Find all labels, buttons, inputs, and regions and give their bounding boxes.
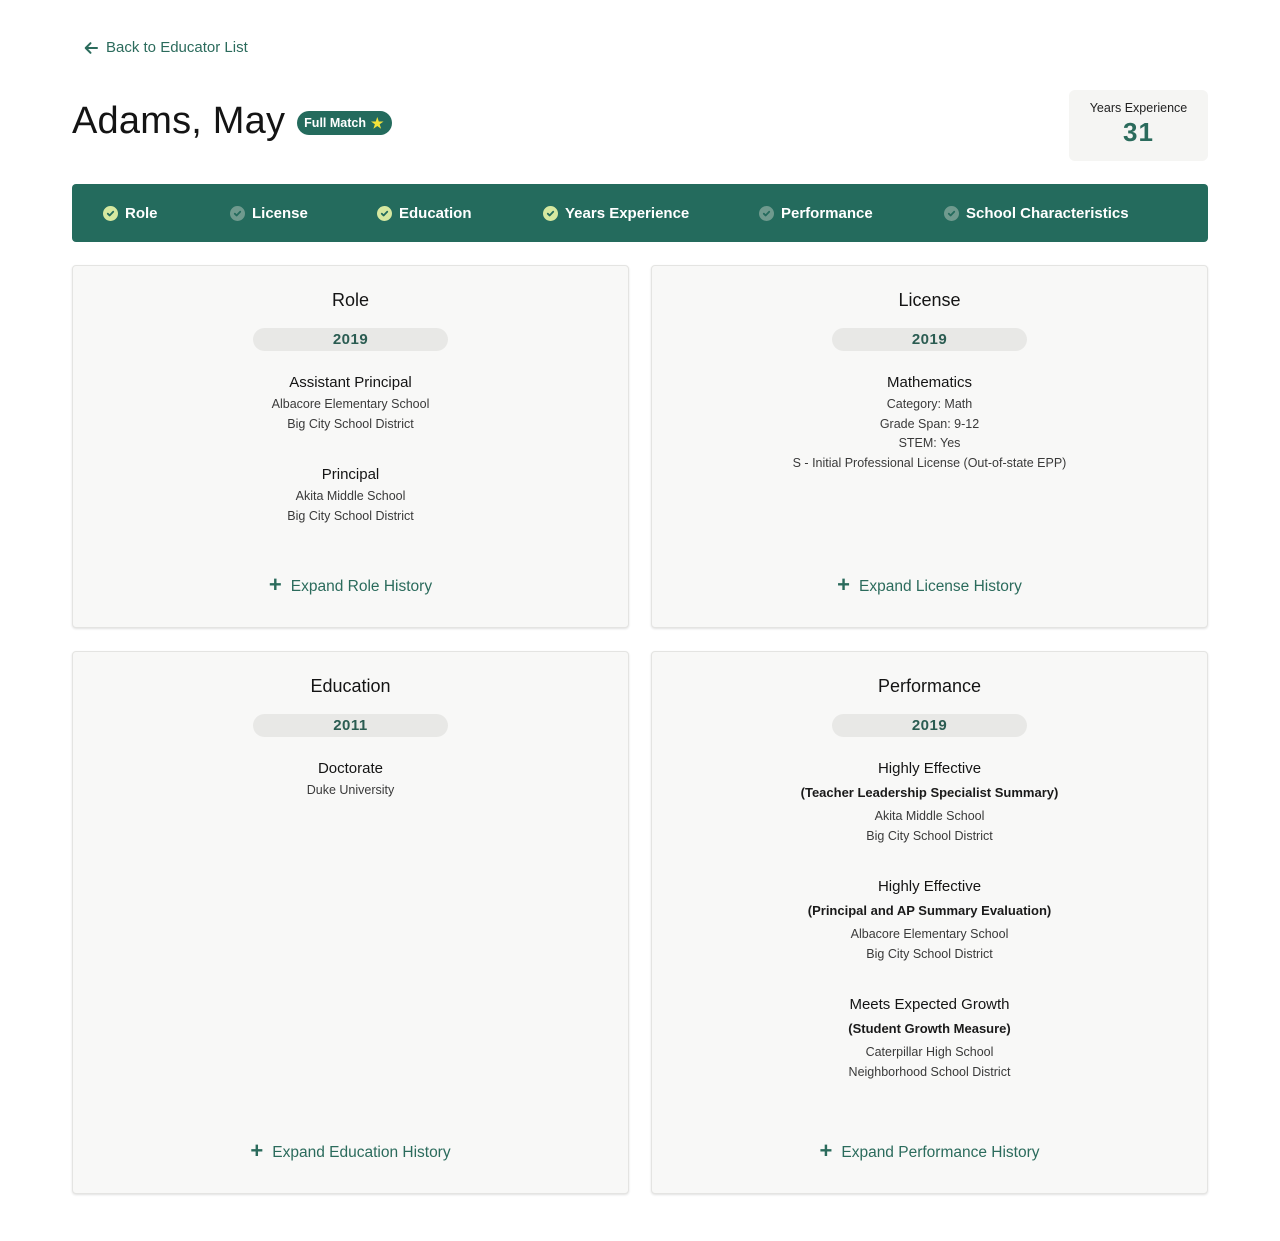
year-pill: 2019 [832, 328, 1027, 351]
entry-subtitle: (Teacher Leadership Specialist Summary) [800, 785, 1059, 800]
years-experience-box: Years Experience 31 [1069, 90, 1208, 161]
card-title: License [898, 290, 961, 310]
entry-detail: Neighborhood School District [848, 1064, 1011, 1079]
card-title: Role [331, 290, 370, 310]
role-entry: Principal Akita Middle School Big City S… [73, 465, 628, 526]
plus-icon: + [819, 1138, 833, 1163]
entry-detail: Caterpillar High School [865, 1045, 994, 1059]
entry-title: Highly Effective [877, 760, 982, 777]
entry-detail: Big City School District [866, 828, 993, 843]
performance-entry: Highly Effective (Teacher Leadership Spe… [652, 759, 1207, 846]
entry-detail: Akita Middle School [295, 489, 406, 503]
criterion-label: Education [399, 204, 472, 222]
plus-icon: + [268, 572, 282, 597]
performance-entry: Meets Expected Growth (Student Growth Me… [652, 995, 1207, 1082]
criterion-license[interactable]: License [230, 184, 308, 242]
plus-icon: + [250, 1138, 264, 1163]
entry-detail: Category: Math [886, 397, 973, 411]
role-entry: Assistant Principal Albacore Elementary … [73, 373, 628, 434]
criterion-label: Role [125, 204, 158, 222]
card-title: Performance [877, 676, 982, 696]
entry-detail: Big City School District [287, 508, 414, 523]
criterion-role[interactable]: Role [103, 184, 158, 242]
expand-education-history-button[interactable]: + Expand Education History [73, 1138, 628, 1163]
educator-header: Adams, May Full Match ★ [72, 100, 392, 143]
performance-card: Performance 2019 Highly Effective (Teach… [651, 651, 1208, 1194]
entry-title: Mathematics [886, 374, 973, 391]
check-circle-icon [759, 205, 774, 221]
entry-detail: Grade Span: 9-12 [879, 416, 980, 431]
role-card: Role 2019 Assistant Principal Albacore E… [72, 265, 629, 628]
criterion-years-experience[interactable]: Years Experience [543, 184, 689, 242]
year-pill: 2019 [832, 714, 1027, 737]
education-entry: Doctorate Duke University [73, 759, 628, 801]
entry-subtitle: (Student Growth Measure) [848, 1021, 1011, 1036]
card-title: Education [310, 676, 391, 696]
entry-detail: Albacore Elementary School [271, 397, 430, 411]
check-circle-icon [543, 205, 558, 221]
expand-label: Expand Performance History [841, 1143, 1040, 1161]
check-circle-icon [377, 205, 392, 221]
entry-detail: Akita Middle School [874, 809, 985, 823]
year-pill: 2011 [253, 714, 448, 737]
check-circle-icon [103, 205, 118, 221]
match-badge-label: Full Match [304, 115, 366, 130]
license-entry: Mathematics Category: Math Grade Span: 9… [652, 373, 1207, 473]
check-circle-icon [230, 205, 245, 221]
entry-detail: Big City School District [866, 946, 993, 961]
educator-name: Adams, May [72, 100, 286, 142]
entry-title: Highly Effective [877, 878, 982, 895]
years-experience-value: 31 [1123, 117, 1154, 147]
expand-role-history-button[interactable]: + Expand Role History [73, 572, 628, 597]
criterion-label: Years Experience [565, 204, 690, 222]
criterion-school-characteristics[interactable]: School Characteristics [944, 184, 1129, 242]
license-card: License 2019 Mathematics Category: Math … [651, 265, 1208, 628]
back-link-label: Back to Educator List [106, 39, 248, 56]
entry-detail: Albacore Elementary School [850, 927, 1009, 941]
entry-title: Assistant Principal [289, 374, 412, 391]
back-to-educator-list-link[interactable]: Back to Educator List [84, 39, 248, 56]
check-circle-icon [944, 205, 959, 221]
criterion-performance[interactable]: Performance [759, 184, 873, 242]
education-card: Education 2011 Doctorate Duke University… [72, 651, 629, 1194]
performance-entry: Highly Effective (Principal and AP Summa… [652, 877, 1207, 964]
years-experience-label: Years Experience [1089, 101, 1188, 115]
entry-detail: Big City School District [287, 416, 414, 431]
criterion-label: Performance [781, 204, 873, 222]
entry-detail: S - Initial Professional License (Out-of… [792, 455, 1067, 470]
criterion-label: License [252, 204, 308, 222]
expand-performance-history-button[interactable]: + Expand Performance History [652, 1138, 1207, 1163]
expand-label: Expand License History [859, 577, 1022, 595]
arrow-left-icon [84, 41, 98, 54]
entry-detail: STEM: Yes [898, 436, 961, 450]
plus-icon: + [837, 572, 850, 597]
expand-label: Expand Education History [272, 1143, 451, 1161]
match-badge: Full Match ★ [297, 110, 392, 135]
expand-license-history-button[interactable]: + Expand License History [652, 572, 1207, 597]
year-pill: 2019 [253, 328, 448, 351]
entry-title: Meets Expected Growth [849, 996, 1010, 1013]
entry-subtitle: (Principal and AP Summary Evaluation) [807, 903, 1052, 918]
star-icon: ★ [370, 114, 384, 131]
entry-detail: Duke University [306, 783, 395, 797]
criterion-education[interactable]: Education [377, 184, 472, 242]
entry-title: Principal [321, 466, 380, 483]
expand-label: Expand Role History [290, 577, 433, 595]
criterion-label: School Characteristics [966, 204, 1129, 222]
entry-title: Doctorate [317, 760, 384, 777]
match-criteria-bar: Role License Education Years Experience … [72, 184, 1208, 242]
